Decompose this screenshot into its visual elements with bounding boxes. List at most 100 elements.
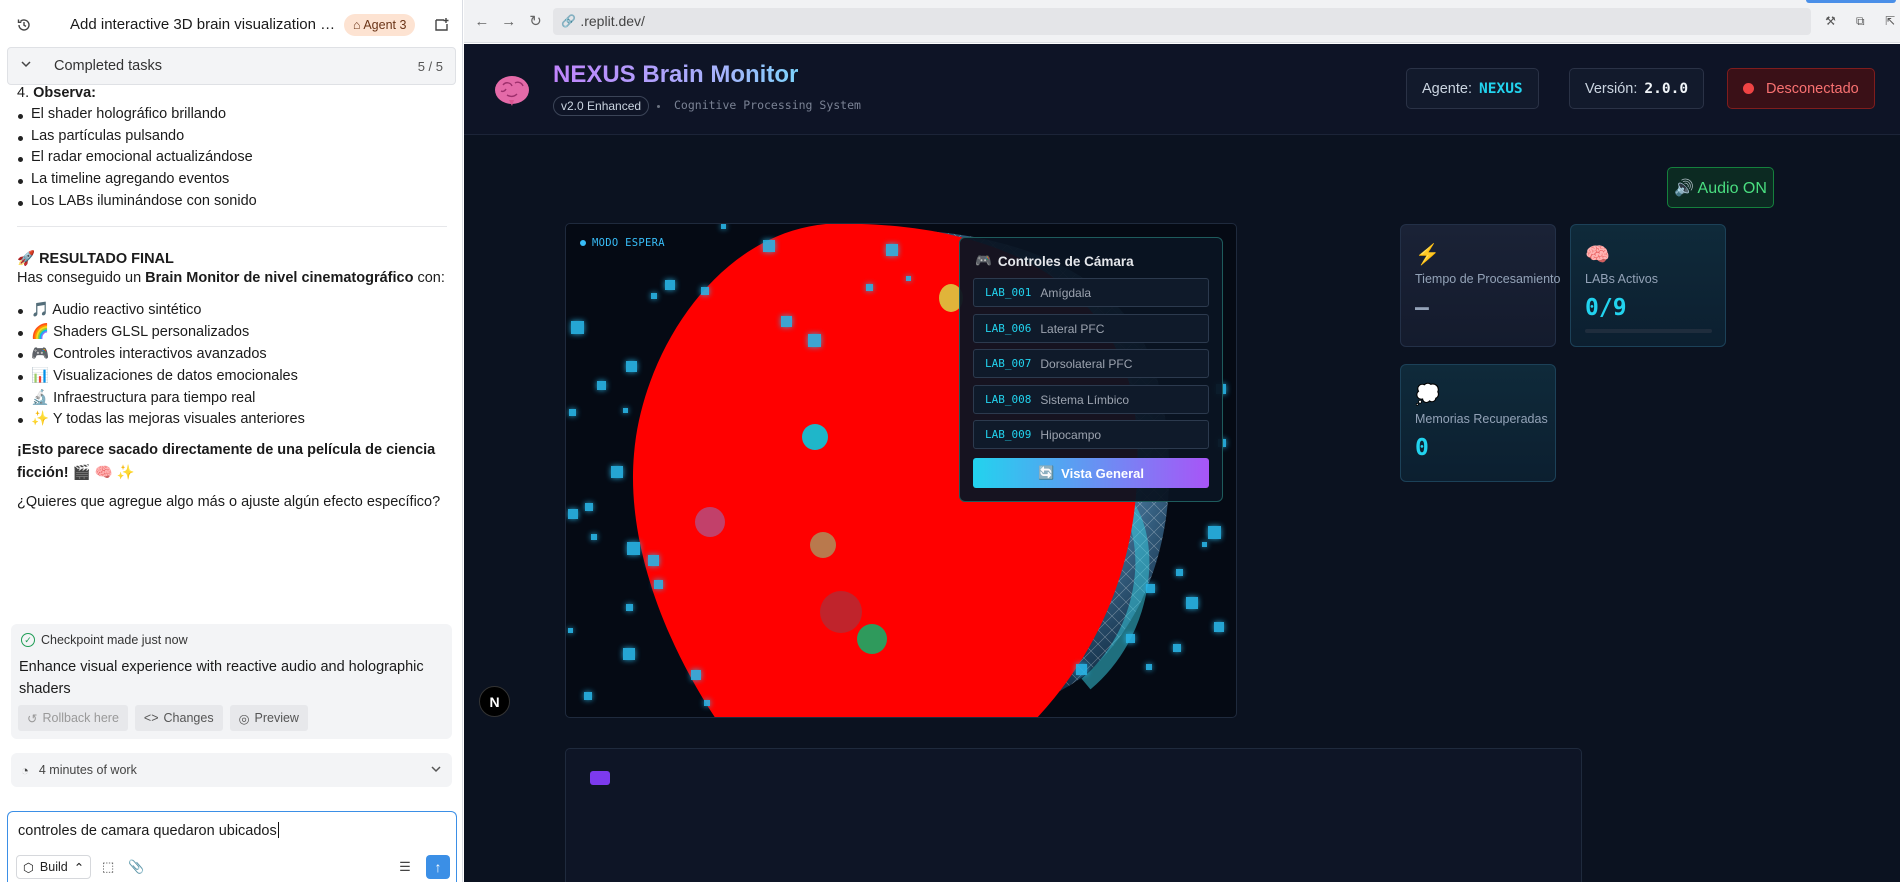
list-item: Las partículas pulsando: [17, 128, 185, 144]
lab-code: LAB_001: [985, 286, 1032, 299]
list-item: Los LABs iluminándose con sonido: [18, 193, 257, 209]
observe-number: 4.: [17, 85, 30, 101]
select-element-icon[interactable]: ⬚: [97, 856, 119, 878]
message-input-text: controles de camara quedaron ubicados: [18, 823, 277, 839]
labs-active-value: 0/9: [1585, 295, 1627, 321]
code-icon: <>: [143, 711, 159, 725]
rollback-icon: ↺: [27, 711, 38, 726]
changes-button[interactable]: <> Changes: [134, 705, 223, 731]
gamepad-icon: 🎮: [975, 253, 992, 268]
divider: [17, 226, 447, 227]
settings-sliders-icon[interactable]: ☰: [394, 856, 416, 878]
list-item: El shader holográfico brillando: [17, 106, 227, 122]
observe-label: Observa:: [33, 85, 96, 101]
labs-active-label: LABs Activos: [1585, 272, 1658, 286]
observe-heading: 4. Observa:: [17, 85, 96, 101]
forward-icon[interactable]: →: [497, 9, 521, 33]
list-item: 🔬 Infraestructura para tiempo real: [17, 390, 256, 406]
lab-name: Dorsolateral PFC: [1040, 356, 1133, 371]
lab-name: Sistema Límbico: [1040, 392, 1130, 407]
app-header: NEXUS Brain Monitor v2.0 Enhanced Cognit…: [464, 44, 1900, 135]
new-window-icon[interactable]: ⧉: [1850, 11, 1870, 31]
list-item: ✨ Y todas las mejoras visuales anteriore…: [18, 411, 305, 427]
list-item: La timeline agregando eventos: [17, 171, 230, 187]
open-external-icon[interactable]: ⇱: [1880, 11, 1900, 31]
camera-controls-title-text: Controles de Cámara: [997, 253, 1134, 269]
result-intro-bold: Brain Monitor de nivel cinematográfico: [145, 270, 414, 286]
checkpoint-actions: ↺ Rollback here <> Changes ◎ Preview: [18, 705, 308, 731]
agent-badge-icon: ⌂: [353, 17, 364, 32]
app-subtitle: Cognitive Processing System: [674, 98, 861, 112]
completed-tasks-toggle[interactable]: Completed tasks 5 / 5: [7, 47, 456, 85]
mode-indicator: MODO ESPERA: [580, 237, 665, 249]
checkpoint-description: Enhance visual experience with reactive …: [19, 659, 424, 697]
version-pill-value: 2.0.0: [1644, 80, 1689, 97]
lab-007-button[interactable]: LAB_007 Dorsolateral PFC: [973, 349, 1209, 378]
result-intro-post: con:: [413, 270, 445, 286]
chevron-down-icon: [20, 58, 36, 74]
lab-code: LAB_007: [985, 357, 1032, 370]
agent-pill-label: Agente:: [1422, 80, 1472, 97]
refresh-icon: 🔄: [1037, 465, 1055, 480]
brain-3d-viewport[interactable]: MODO ESPERA 🎮 Controles de Cámara LAB_001…: [565, 223, 1237, 718]
labs-progress-bar: [1585, 329, 1712, 333]
processing-time-value: —: [1415, 295, 1429, 321]
status-dot-icon: [1743, 83, 1754, 94]
chevron-down-icon: [430, 763, 442, 778]
lab-009-button[interactable]: LAB_009 Hipocampo: [973, 420, 1209, 449]
audio-toggle-button[interactable]: 🔊 Audio ON: [1667, 167, 1774, 208]
preview-icon: ◎: [238, 711, 250, 726]
message-composer[interactable]: controles de camara quedaron ubicados ⬡ B…: [7, 811, 457, 882]
task-title[interactable]: Add interactive 3D brain visualization w…: [70, 16, 338, 33]
list-item: 🌈 Shaders GLSL personalizados: [17, 324, 250, 340]
chat-header: Add interactive 3D brain visualization w…: [0, 0, 462, 49]
url-bar[interactable]: 🔗 .replit.dev/: [553, 7, 1811, 35]
lightning-icon: ⚡: [1415, 244, 1440, 266]
movie-emoji: 🎬 🧠 ✨: [72, 465, 135, 481]
tab-accent: [1806, 0, 1896, 3]
attachment-icon[interactable]: 📎: [125, 856, 147, 878]
completed-tasks-label: Completed tasks: [54, 58, 162, 74]
result-intro: Has conseguido un Brain Monitor de nivel…: [17, 270, 445, 286]
new-chat-icon[interactable]: [431, 14, 453, 36]
lab-name: Amígdala: [1040, 285, 1092, 300]
lab-001-button[interactable]: LAB_001 Amígdala: [973, 278, 1209, 307]
version-pill-label: Versión:: [1585, 80, 1638, 97]
send-button[interactable]: ↑: [426, 855, 450, 879]
mode-label: MODO ESPERA: [592, 237, 665, 249]
cube-icon: ⬡: [23, 860, 34, 875]
mode-dot-icon: [580, 240, 586, 246]
preview-label: Preview: [254, 711, 299, 725]
back-icon[interactable]: ←: [470, 9, 494, 33]
chevron-up-icon: ⌃: [73, 860, 85, 875]
separator-dot: [657, 105, 660, 108]
browser-toolbar: ← → ↻ 🔗 .replit.dev/ ⚒ ⧉ ⇱: [464, 0, 1900, 43]
screen: Add interactive 3D brain visualization w…: [0, 0, 1900, 882]
check-circle-icon: ✓: [21, 633, 35, 647]
message-input[interactable]: controles de camara quedaron ubicados: [18, 822, 279, 839]
lab-code: LAB_008: [985, 393, 1032, 406]
nextjs-dev-indicator[interactable]: N: [479, 686, 510, 717]
connection-status: Desconectado: [1727, 68, 1875, 109]
build-mode-select[interactable]: ⬡ Build ⌃: [16, 855, 92, 879]
overview-label: Vista General: [1061, 465, 1145, 481]
movie-line-2-text: ficción!: [17, 465, 69, 481]
devtools-icon[interactable]: ⚒: [1821, 11, 1841, 31]
work-duration-toggle[interactable]: ◔ 4 minutes of work: [11, 753, 452, 787]
agent-pill: Agente: NEXUS: [1406, 68, 1539, 109]
checkpoint-title: ✓ Checkpoint made just now: [21, 633, 188, 647]
brain-icon: [495, 76, 529, 106]
thought-bubble-icon: 💭: [1415, 384, 1440, 406]
lab-006-button[interactable]: LAB_006 Lateral PFC: [973, 314, 1209, 343]
rollback-button[interactable]: ↺ Rollback here: [18, 705, 128, 731]
overview-button[interactable]: 🔄 Vista General: [973, 458, 1209, 488]
history-icon[interactable]: [14, 15, 34, 35]
changes-label: Changes: [163, 711, 214, 725]
reload-icon[interactable]: ↻: [524, 9, 548, 33]
result-heading: 🚀 RESULTADO FINAL: [17, 251, 174, 267]
lab-008-button[interactable]: LAB_008 Sistema Límbico: [973, 385, 1209, 414]
app-title: NEXUS Brain Monitor: [553, 61, 799, 88]
panel-icon: [590, 771, 610, 785]
link-icon: 🔗: [561, 14, 577, 28]
preview-button[interactable]: ◎ Preview: [229, 705, 308, 731]
